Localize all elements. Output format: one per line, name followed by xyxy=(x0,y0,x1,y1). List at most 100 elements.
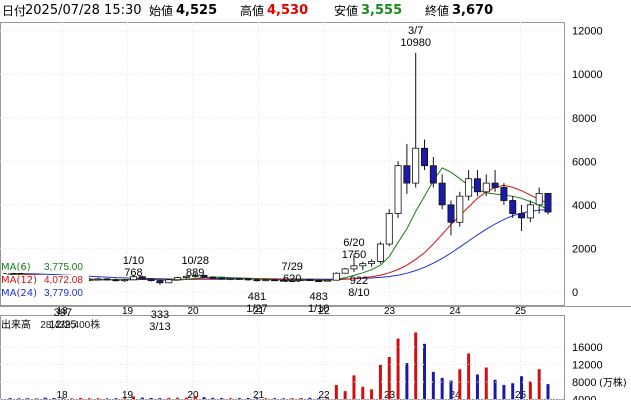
low-label: 安値 xyxy=(334,4,359,18)
year-tick-label: 19 xyxy=(122,306,134,317)
candle-body xyxy=(482,182,490,193)
volume-bar xyxy=(361,386,365,399)
ma12-label: MA(12) xyxy=(1,275,37,286)
volume-bar xyxy=(308,397,312,399)
volume-bar xyxy=(273,398,277,399)
candle-body xyxy=(165,279,173,284)
price-annotation-value: 1750 xyxy=(342,249,366,261)
candle-body xyxy=(500,187,508,201)
volume-bar xyxy=(546,384,550,399)
price-annotation-date: 3/13 xyxy=(149,321,170,333)
ma24-legend: MA(24) 3,779.00 xyxy=(1,288,89,299)
volume-bar xyxy=(502,384,506,399)
ma12-legend: MA(12) 4,072.08 xyxy=(1,275,89,286)
close-value: 3,670 xyxy=(452,3,494,18)
volume-bar xyxy=(26,398,30,399)
volume-bar xyxy=(484,367,488,399)
volume-bar xyxy=(167,397,171,399)
price-annotation-date: 10/28 xyxy=(181,255,209,267)
year-tick-label: 25 xyxy=(515,306,527,317)
price-tick-label: 0 xyxy=(572,287,578,299)
open-label: 始値 xyxy=(149,4,174,18)
close-label: 終値 xyxy=(425,4,450,18)
candle-body xyxy=(218,277,226,280)
volume-year-tick-label: 21 xyxy=(253,390,265,400)
candle-body xyxy=(465,178,473,197)
volume-bar xyxy=(440,377,444,399)
candle-body xyxy=(112,279,120,282)
price-annotation-value: 10980 xyxy=(400,37,431,49)
price-tick-label: 8000 xyxy=(572,113,596,125)
volume-bar xyxy=(220,398,224,399)
high-value: 4,530 xyxy=(267,3,309,18)
volume-bar xyxy=(290,398,294,399)
volume-bar xyxy=(255,398,259,399)
candle-body xyxy=(403,165,411,184)
volume-bar xyxy=(237,398,241,399)
volume-bar xyxy=(414,332,418,399)
price-annotation-date: 1/10 xyxy=(123,255,144,267)
price-annotation-date: 6/20 xyxy=(343,237,364,249)
candle-body xyxy=(94,278,102,281)
volume-bar xyxy=(114,398,118,399)
price-annotation-date: 7/29 xyxy=(282,261,303,273)
candle-body xyxy=(473,178,481,193)
volume-bar xyxy=(202,397,206,399)
volume-bar xyxy=(43,397,47,399)
volume-bar xyxy=(123,398,127,399)
candle-body xyxy=(103,278,111,281)
volume-bar xyxy=(299,398,303,399)
candle-body xyxy=(332,272,340,281)
price-annotation-value: 889 xyxy=(186,267,204,279)
price-tick-label: 12000 xyxy=(572,26,603,38)
price-annotation-value: 922 xyxy=(350,275,368,287)
candle-body xyxy=(253,279,261,282)
price-annotation-date: 3/7 xyxy=(408,25,423,37)
volume-bar xyxy=(264,398,268,399)
candle-body xyxy=(412,147,420,184)
price-tick-label: 10000 xyxy=(572,69,603,81)
candle-body xyxy=(271,279,279,282)
volume-bar xyxy=(423,343,427,399)
volume-total: 28,439,400株 xyxy=(40,320,101,331)
volume-bar xyxy=(493,379,497,399)
year-tick-label: 20 xyxy=(187,306,199,317)
volume-bar xyxy=(387,356,391,399)
volume-tick-label: 4000 xyxy=(572,394,596,400)
candle-body xyxy=(491,182,499,188)
price-chart[interactable]: 5/3199912/253971/107683/1333310/288891/2… xyxy=(0,22,631,400)
volume-bar xyxy=(246,397,250,399)
volume-tick-label: 16000 xyxy=(572,342,603,354)
volume-tick-label: 8000 xyxy=(572,377,596,389)
price-annotation-value: 481 xyxy=(248,291,266,303)
ma12-value: 4,072.08 xyxy=(44,275,83,286)
candle-body xyxy=(438,182,446,206)
candle-body xyxy=(359,263,367,267)
ma6-label: MA(6) xyxy=(1,262,31,273)
candle-body xyxy=(262,279,270,282)
volume-bar xyxy=(34,398,38,399)
candle-body xyxy=(429,165,437,184)
price-tick-label: 6000 xyxy=(572,156,596,168)
high-label: 高値 xyxy=(240,4,265,18)
volume-bar xyxy=(537,369,541,399)
volume-bar xyxy=(334,384,338,399)
ma6-value: 3,775.00 xyxy=(44,262,83,273)
volume-bar xyxy=(326,398,330,399)
volume-bar xyxy=(449,380,453,399)
candle-body xyxy=(394,165,402,214)
volume-bar xyxy=(96,398,100,399)
volume-bar xyxy=(475,374,479,399)
candle-body xyxy=(350,265,358,270)
candle-body xyxy=(121,279,129,282)
volume-bar xyxy=(87,398,91,399)
date-value: 2025/07/28 15:30 xyxy=(25,3,142,18)
candle-body xyxy=(526,204,534,219)
volume-bar xyxy=(317,398,321,399)
volume-bar xyxy=(79,397,83,399)
volume-unit: (万株) xyxy=(599,378,627,389)
volume-bar xyxy=(176,397,180,399)
volume-bar xyxy=(184,397,188,399)
candle-body xyxy=(147,278,155,282)
year-tick-label: 23 xyxy=(384,306,396,317)
